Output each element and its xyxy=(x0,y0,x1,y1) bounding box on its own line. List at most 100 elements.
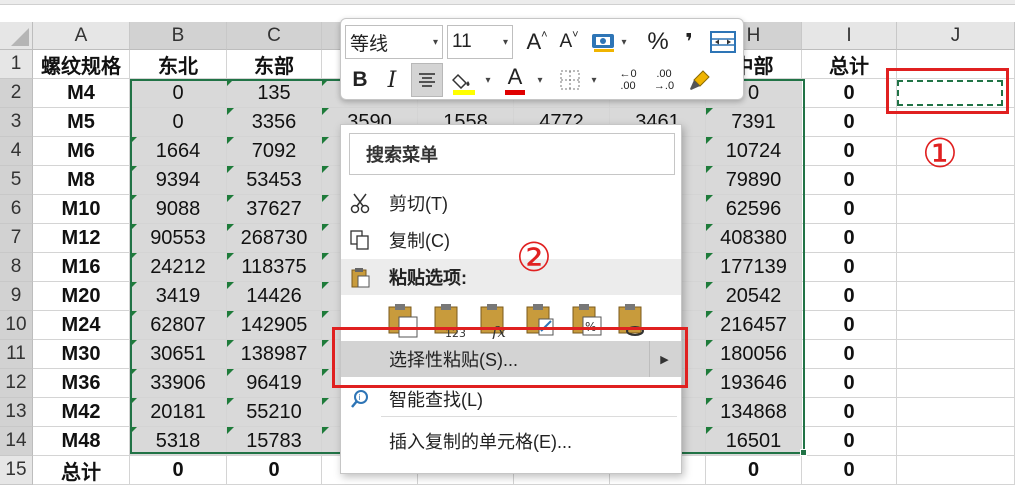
cell-i9[interactable]: 0 xyxy=(802,282,897,311)
cell-i15[interactable]: 0 xyxy=(802,456,897,485)
cell-j8[interactable] xyxy=(897,253,1015,282)
row-header-9[interactable]: 9 xyxy=(0,282,33,311)
row-header-7[interactable]: 7 xyxy=(0,224,33,253)
cell-b5[interactable]: 9394 xyxy=(130,166,227,195)
cell-a3[interactable]: M5 xyxy=(33,108,130,137)
paste-icon[interactable] xyxy=(387,303,419,339)
paste-formatting-icon[interactable]: % xyxy=(571,303,603,339)
borders-dropdown[interactable]: ▾ xyxy=(585,63,599,97)
row-header-4[interactable]: 4 xyxy=(0,137,33,166)
cell-c14[interactable]: 15783 xyxy=(227,427,322,456)
cell-b13[interactable]: 20181 xyxy=(130,398,227,427)
row-header-12[interactable]: 12 xyxy=(0,369,33,398)
cell-a13[interactable]: M42 xyxy=(33,398,130,427)
cell-b7[interactable]: 90553 xyxy=(130,224,227,253)
cell-j1[interactable] xyxy=(897,50,1015,79)
select-all-corner[interactable] xyxy=(0,22,33,50)
fill-handle[interactable] xyxy=(800,449,807,456)
cell-a2[interactable]: M4 xyxy=(33,79,130,108)
cell-a12[interactable]: M36 xyxy=(33,369,130,398)
menu-item-insert-copied[interactable]: 插入复制的单元格(E)... xyxy=(341,423,681,459)
cell-c11[interactable]: 138987 xyxy=(227,340,322,369)
font-name-select[interactable]: 等线 ▾ xyxy=(345,25,443,59)
cell-h5[interactable]: 79890 xyxy=(706,166,802,195)
grow-font-button[interactable]: A ˄ xyxy=(523,25,551,59)
cell-c2[interactable]: 135 xyxy=(227,79,322,108)
cell-h14[interactable]: 16501 xyxy=(706,427,802,456)
cell-j10[interactable] xyxy=(897,311,1015,340)
cell-b11[interactable]: 30651 xyxy=(130,340,227,369)
cell-i4[interactable]: 0 xyxy=(802,137,897,166)
bold-button[interactable]: B xyxy=(347,63,373,97)
column-header-b[interactable]: B xyxy=(130,22,227,50)
row-header-2[interactable]: 2 xyxy=(0,79,33,108)
menu-search-input[interactable]: 搜索菜单 xyxy=(349,133,675,175)
cell-i6[interactable]: 0 xyxy=(802,195,897,224)
cell-b8[interactable]: 24212 xyxy=(130,253,227,282)
cell-c4[interactable]: 7092 xyxy=(227,137,322,166)
cell-h12[interactable]: 193646 xyxy=(706,369,802,398)
cell-c1[interactable]: 东部 xyxy=(227,50,322,79)
cell-a10[interactable]: M24 xyxy=(33,311,130,340)
column-header-j[interactable]: J xyxy=(897,22,1015,50)
cell-c8[interactable]: 118375 xyxy=(227,253,322,282)
cell-i13[interactable]: 0 xyxy=(802,398,897,427)
cell-c7[interactable]: 268730 xyxy=(227,224,322,253)
column-header-a[interactable]: A xyxy=(33,22,130,50)
cell-b10[interactable]: 62807 xyxy=(130,311,227,340)
cell-b14[interactable]: 5318 xyxy=(130,427,227,456)
row-header-13[interactable]: 13 xyxy=(0,398,33,427)
cell-a4[interactable]: M6 xyxy=(33,137,130,166)
row-header-8[interactable]: 8 xyxy=(0,253,33,282)
cell-h8[interactable]: 177139 xyxy=(706,253,802,282)
cell-i7[interactable]: 0 xyxy=(802,224,897,253)
cell-i11[interactable]: 0 xyxy=(802,340,897,369)
row-header-15[interactable]: 15 xyxy=(0,456,33,485)
accounting-format-button[interactable]: ▾ xyxy=(587,25,631,59)
cell-b1[interactable]: 东北 xyxy=(130,50,227,79)
column-header-c[interactable]: C xyxy=(227,22,322,50)
cell-a6[interactable]: M10 xyxy=(33,195,130,224)
cell-i3[interactable]: 0 xyxy=(802,108,897,137)
cell-h6[interactable]: 62596 xyxy=(706,195,802,224)
increase-decimal-button[interactable]: ←0 .00 xyxy=(611,63,645,97)
menu-item-cut[interactable]: 剪切(T) xyxy=(341,185,681,221)
cell-a7[interactable]: M12 xyxy=(33,224,130,253)
shrink-font-button[interactable]: A ˅ xyxy=(555,25,583,59)
row-header-3[interactable]: 3 xyxy=(0,108,33,137)
cell-j11[interactable] xyxy=(897,340,1015,369)
cell-a8[interactable]: M16 xyxy=(33,253,130,282)
cell-i12[interactable]: 0 xyxy=(802,369,897,398)
cell-c9[interactable]: 14426 xyxy=(227,282,322,311)
cell-b6[interactable]: 9088 xyxy=(130,195,227,224)
paste-formulas-icon[interactable]: fx xyxy=(479,303,511,341)
cell-i14[interactable]: 0 xyxy=(802,427,897,456)
cell-a11[interactable]: M30 xyxy=(33,340,130,369)
row-header-6[interactable]: 6 xyxy=(0,195,33,224)
cell-c15[interactable]: 0 xyxy=(227,456,322,485)
cell-h15[interactable]: 0 xyxy=(706,456,802,485)
cell-b12[interactable]: 33906 xyxy=(130,369,227,398)
cell-h7[interactable]: 408380 xyxy=(706,224,802,253)
cell-b15[interactable]: 0 xyxy=(130,456,227,485)
format-painter-button[interactable] xyxy=(685,63,715,97)
font-size-select[interactable]: 11 ▾ xyxy=(447,25,513,59)
cell-h11[interactable]: 180056 xyxy=(706,340,802,369)
menu-item-copy[interactable]: 复制(C) xyxy=(341,222,681,258)
fill-color-button[interactable] xyxy=(449,63,479,97)
cell-b4[interactable]: 1664 xyxy=(130,137,227,166)
cell-a1[interactable]: 螺纹规格 xyxy=(33,50,130,79)
cell-j14[interactable] xyxy=(897,427,1015,456)
cell-h4[interactable]: 10724 xyxy=(706,137,802,166)
menu-item-smart-lookup[interactable]: i 智能查找(L) xyxy=(341,381,681,417)
font-color-dropdown[interactable]: ▾ xyxy=(531,63,545,97)
cell-c3[interactable]: 3356 xyxy=(227,108,322,137)
italic-button[interactable]: I xyxy=(379,63,405,97)
comma-style-button[interactable]: ❜ xyxy=(677,25,701,59)
cell-h3[interactable]: 7391 xyxy=(706,108,802,137)
borders-button[interactable] xyxy=(555,63,585,97)
cell-a14[interactable]: M48 xyxy=(33,427,130,456)
merge-center-button[interactable] xyxy=(707,25,739,59)
cell-a9[interactable]: M20 xyxy=(33,282,130,311)
row-header-14[interactable]: 14 xyxy=(0,427,33,456)
